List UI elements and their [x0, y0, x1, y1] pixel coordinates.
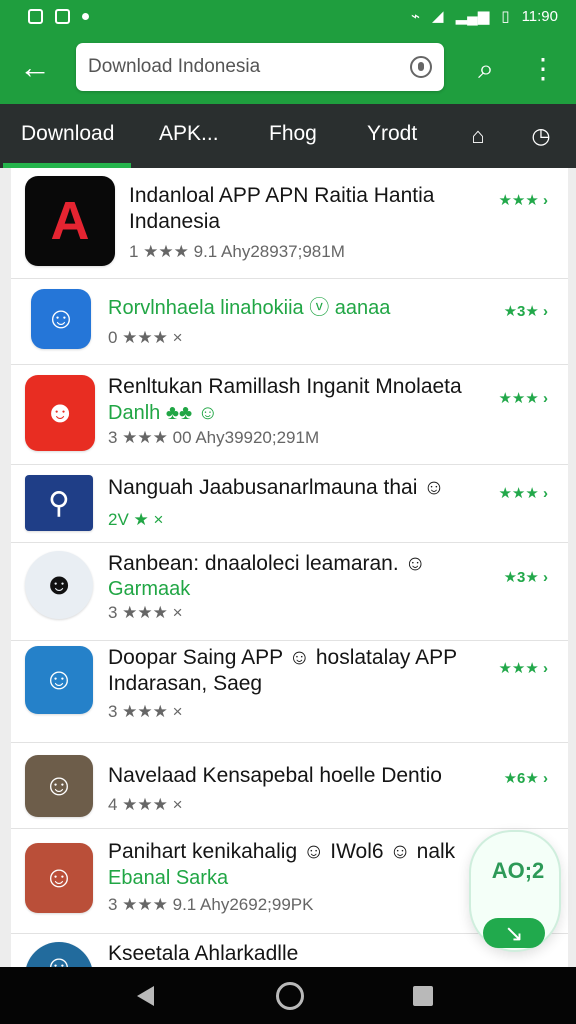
app-icon-cartoon-boy: ☺: [25, 646, 93, 714]
timer-icon[interactable]: ◷: [527, 122, 555, 150]
list-item[interactable]: ☺ Doopar Saing APP ☺ hoslatalay APP Inda…: [11, 641, 568, 743]
list-item[interactable]: ☻ Renltukan Ramillash Inganit Mnolaeta D…: [11, 365, 568, 465]
app-meta: 3 ★★★ 9.1 Ahy2692;99PK: [108, 895, 314, 914]
app-meta: 4 ★★★ ×: [108, 795, 183, 814]
app-subtitle: Indarasan, Saeg: [108, 672, 263, 695]
wifi-icon: ◢: [432, 8, 444, 25]
app-icon-headphones-avatar: ☻: [25, 375, 95, 451]
status-time: 11:90: [521, 7, 558, 25]
app-subtitle: Danlh ♣♣ ☺: [108, 402, 219, 424]
app-title: Panihart kenikahalig ☺ IWol6 ☺ nalk: [108, 840, 456, 863]
rating-link[interactable]: ★★★ ›: [498, 484, 548, 502]
tab-apk[interactable]: APK...: [159, 122, 219, 150]
tab-yrodt[interactable]: Yrodt: [367, 122, 417, 150]
rating-link[interactable]: ★6★ ›: [504, 769, 548, 787]
list-item[interactable]: ☺ Navelaad Kensapebal hoelle Dentio 4 ★★…: [11, 743, 568, 829]
category-tabs: Download APK... Fhog Yrodt ⌂ ◷: [0, 104, 576, 168]
app-title: Indanloal APP APN Raitia Hantia: [129, 184, 435, 207]
image-notification-icon: [55, 8, 70, 24]
app-meta: 3 ★★★ ×: [108, 603, 183, 622]
app-meta: 3 ★★★ 00 Ahy39920;291M: [108, 428, 320, 447]
list-item[interactable]: ☺ Rorvlnhaela linahokiia ⓥ aanaa 0 ★★★ ×…: [11, 279, 568, 365]
search-box[interactable]: [76, 43, 444, 91]
app-meta: 0 ★★★ ×: [108, 328, 183, 347]
app-icon-news-presenter: ⚲: [25, 475, 93, 531]
status-system-icons: ⌁ ◢ ▂▄▆ ▯ 11:90: [411, 7, 558, 26]
more-menu-button[interactable]: ⋮: [522, 48, 564, 90]
forward-arrow-icon[interactable]: ↘: [483, 918, 545, 948]
app-icon-green-cap: ☺: [31, 289, 91, 349]
app-title: Navelaad Kensapebal hoelle Dentio: [108, 764, 442, 787]
app-title: Rorvlnhaela linahokiia ⓥ aanaa: [108, 297, 391, 319]
system-home-icon[interactable]: [276, 982, 304, 1010]
list-item[interactable]: ⚲ Nanguah Jaabusanarlmauna thai ☺ 2V ★ ×…: [11, 465, 568, 543]
system-navigation-bar: [0, 967, 576, 1024]
app-bar: ← ⌕ ⋮: [0, 32, 576, 104]
rating-link[interactable]: ★★★ ›: [498, 191, 548, 209]
list-item[interactable]: ☻ Ranbean: dnaaloleci leamaran. ☺ Garmaa…: [11, 543, 568, 641]
system-recent-apps-icon[interactable]: [413, 986, 433, 1006]
home-icon[interactable]: ⌂: [464, 122, 492, 150]
tab-download[interactable]: Download: [21, 122, 114, 150]
app-title: Doopar Saing APP ☺ hoslatalay APP: [108, 646, 458, 669]
tab-fhog[interactable]: Fhog: [269, 122, 317, 150]
app-subtitle: Garmaak: [108, 578, 191, 600]
rating-link[interactable]: ★3★ ›: [504, 302, 548, 320]
search-button[interactable]: ⌕: [465, 48, 507, 90]
app-icon-portrait: ☺: [25, 843, 93, 913]
app-meta: 1 ★★★ 9.1 Ahy28937;981M: [129, 242, 345, 261]
app-notification-icon: [28, 8, 43, 24]
list-item[interactable]: A Indanloal APP APN Raitia Hantia Indane…: [11, 168, 568, 279]
app-title: Renltukan Ramillash Inganit Mnolaeta: [108, 375, 462, 398]
back-button[interactable]: ←: [14, 48, 56, 88]
battery-icon: ▯: [501, 8, 510, 25]
rating-link[interactable]: ★★★ ›: [498, 659, 548, 677]
app-icon-red-a: A: [25, 176, 115, 266]
app-title: Ranbean: dnaaloleci leamaran. ☺: [108, 552, 426, 575]
mute-icon: ⌁: [411, 8, 421, 25]
floating-download-widget[interactable]: AO;2 ↘: [469, 830, 561, 952]
status-notifications: [28, 8, 89, 24]
app-meta: 2V ★ ×: [108, 510, 164, 529]
system-back-icon[interactable]: [137, 986, 154, 1006]
status-bar: ⌁ ◢ ▂▄▆ ▯ 11:90: [0, 0, 576, 32]
app-title: Kseetala Ahlarkadlle: [108, 942, 299, 965]
voice-search-icon[interactable]: [410, 56, 432, 78]
app-subtitle: Ebanal Sarka: [108, 867, 229, 889]
app-title: Nanguah Jaabusanarlmauna thai ☺: [108, 476, 445, 499]
app-meta: 3 ★★★ ×: [108, 702, 183, 721]
rating-link[interactable]: ★★★ ›: [498, 389, 548, 407]
notification-dot-icon: [82, 12, 89, 20]
app-icon-man-photo: ☺: [25, 755, 93, 817]
signal-icon: ▂▄▆: [455, 8, 490, 25]
widget-value: AO;2: [491, 858, 545, 883]
search-input[interactable]: [88, 51, 388, 83]
app-icon-hat-avatar: ☻: [25, 551, 93, 619]
rating-link[interactable]: ★3★ ›: [504, 568, 548, 586]
app-icon-partial-avatar: ☺: [25, 942, 93, 967]
app-subtitle: Indanesia: [129, 210, 221, 233]
